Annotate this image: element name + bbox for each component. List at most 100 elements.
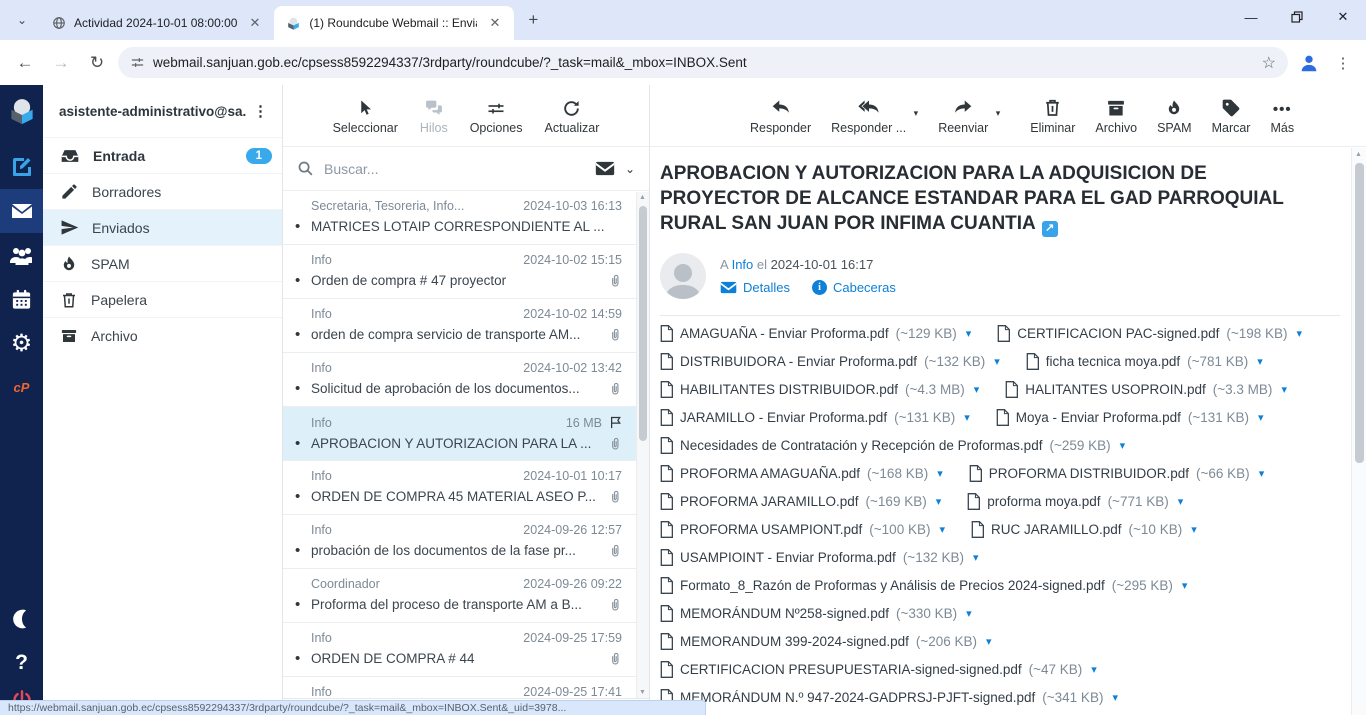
rail-item-cpanel[interactable]: cP: [0, 365, 43, 409]
chevron-down-icon[interactable]: ▾: [939, 523, 945, 536]
search-scope-mail-icon[interactable]: [595, 161, 615, 176]
attachment-item[interactable]: CERTIFICACION PRESUPUESTARIA-signed-sign…: [660, 661, 1097, 678]
account-menu-button[interactable]: ⋮: [247, 98, 274, 124]
chevron-down-icon[interactable]: ▾: [1120, 439, 1126, 452]
chevron-down-icon[interactable]: ▾: [1259, 467, 1265, 480]
scrollbar-thumb[interactable]: [639, 206, 647, 441]
profile-avatar[interactable]: [1294, 48, 1324, 78]
chevron-down-icon[interactable]: ▾: [1258, 411, 1264, 424]
attachment-item[interactable]: HALITANTES USOPROIN.pdf (~3.3 MB) ▾: [1005, 381, 1287, 398]
more-button[interactable]: ••• Más: [1270, 96, 1294, 135]
chevron-down-icon[interactable]: ▾: [1091, 663, 1097, 676]
external-link-icon[interactable]: ↗: [1042, 221, 1058, 237]
close-icon[interactable]: ✕: [485, 14, 504, 32]
attachment-item[interactable]: DISTRIBUIDORA - Enviar Proforma.pdf (~13…: [660, 353, 1000, 370]
attachment-item[interactable]: Formato_8_Razón de Proformas y Análisis …: [660, 577, 1187, 594]
chevron-down-icon[interactable]: ▾: [1257, 355, 1263, 368]
sidebar-item-entrada[interactable]: Entrada 1: [43, 137, 282, 173]
message-row[interactable]: Info 2024-09-25 17:41: [283, 677, 636, 698]
attachment-item[interactable]: MEMORANDUM 399-2024-signed.pdf (~206 KB)…: [660, 633, 992, 650]
bookmark-star-icon[interactable]: ☆: [1262, 53, 1276, 73]
rail-item-mail[interactable]: [0, 189, 43, 233]
reload-button[interactable]: ↻: [82, 48, 112, 78]
sidebar-item-archivo[interactable]: Archivo: [43, 317, 282, 353]
chevron-down-icon[interactable]: ▾: [986, 635, 992, 648]
message-row[interactable]: Secretaria, Tesoreria, Info... 2024-10-0…: [283, 191, 636, 245]
chevron-down-icon[interactable]: ▾: [966, 607, 972, 620]
chevron-down-icon[interactable]: ▾: [996, 108, 1001, 119]
chevron-down-icon[interactable]: ▾: [1178, 495, 1184, 508]
roundcube-logo[interactable]: [0, 91, 43, 131]
chevron-down-icon[interactable]: ▾: [1191, 523, 1197, 536]
details-toggle[interactable]: Detalles: [720, 280, 790, 295]
search-input[interactable]: [324, 161, 585, 177]
chevron-down-icon[interactable]: ▾: [914, 108, 919, 119]
forward-button[interactable]: →: [46, 48, 76, 78]
attachment-item[interactable]: PROFORMA USAMPIONT.pdf (~100 KB) ▾: [660, 521, 945, 538]
tab-roundcube[interactable]: (1) Roundcube Webmail :: Envia ✕: [274, 6, 514, 40]
back-button[interactable]: ←: [10, 48, 40, 78]
chevron-down-icon[interactable]: ▾: [974, 383, 980, 396]
scroll-up-icon[interactable]: ▲: [1355, 151, 1362, 158]
message-row[interactable]: Info 16 MB • APROBACION Y AUTORIZACION P…: [283, 407, 636, 461]
attachment-item[interactable]: PROFORMA DISTRIBUIDOR.pdf (~66 KB) ▾: [969, 465, 1264, 482]
message-row[interactable]: Info 2024-10-02 15:15 • Orden de compra …: [283, 245, 636, 299]
chevron-down-icon[interactable]: ▾: [1297, 327, 1303, 340]
attachment-item[interactable]: HABILITANTES DISTRIBUIDOR.pdf (~4.3 MB) …: [660, 381, 979, 398]
url-text[interactable]: webmail.sanjuan.gob.ec/cpsess8592294337/…: [153, 55, 1254, 70]
attachment-item[interactable]: Necesidades de Contratación y Recepción …: [660, 437, 1125, 454]
message-row[interactable]: Coordinador 2024-09-26 09:22 • Proforma …: [283, 569, 636, 623]
close-window-button[interactable]: ✕: [1320, 0, 1366, 34]
attachment-item[interactable]: RUC JARAMILLO.pdf (~10 KB) ▾: [971, 521, 1197, 538]
spam-button[interactable]: SPAM: [1157, 96, 1192, 135]
chevron-down-icon[interactable]: ▾: [1281, 383, 1287, 396]
attachment-item[interactable]: JARAMILLO - Enviar Proforma.pdf (~131 KB…: [660, 409, 970, 426]
attachment-item[interactable]: Moya - Enviar Proforma.pdf (~131 KB) ▾: [996, 409, 1264, 426]
chevron-down-icon[interactable]: ⌄: [625, 162, 635, 176]
chevron-down-icon[interactable]: ▾: [937, 467, 943, 480]
scroll-up-icon[interactable]: ▲: [639, 194, 646, 201]
message-row[interactable]: Info 2024-10-01 10:17 • ORDEN DE COMPRA …: [283, 461, 636, 515]
attachment-item[interactable]: PROFORMA JARAMILLO.pdf (~169 KB) ▾: [660, 493, 941, 510]
chevron-down-icon[interactable]: ▾: [1112, 691, 1118, 704]
site-settings-icon[interactable]: [130, 55, 145, 70]
select-button[interactable]: Seleccionar: [333, 96, 398, 135]
dark-mode-toggle[interactable]: [0, 597, 43, 641]
attachment-item[interactable]: PROFORMA AMAGUAÑA.pdf (~168 KB) ▾: [660, 465, 943, 482]
browser-menu-button[interactable]: ⋮: [1330, 48, 1356, 78]
archive-button[interactable]: Archivo: [1095, 96, 1137, 135]
attachment-item[interactable]: proforma moya.pdf (~771 KB) ▾: [967, 493, 1183, 510]
sidebar-item-papelera[interactable]: Papelera: [43, 281, 282, 317]
content-scrollbar[interactable]: ▲: [1351, 148, 1366, 715]
headers-toggle[interactable]: i Cabeceras: [812, 280, 896, 295]
refresh-button[interactable]: Actualizar: [545, 96, 600, 135]
message-row[interactable]: Info 2024-09-26 12:57 • probación de los…: [283, 515, 636, 569]
chevron-down-icon[interactable]: ▾: [936, 495, 942, 508]
sidebar-item-enviados[interactable]: Enviados: [43, 209, 282, 245]
list-scrollbar[interactable]: ▲ ▼: [636, 192, 649, 698]
new-tab-button[interactable]: +: [520, 7, 546, 33]
message-row[interactable]: Info 2024-10-02 14:59 • orden de compra …: [283, 299, 636, 353]
attachment-item[interactable]: USAMPIOINT - Enviar Proforma.pdf (~132 K…: [660, 549, 979, 566]
close-icon[interactable]: ✕: [245, 14, 264, 32]
rail-item-calendar[interactable]: [0, 277, 43, 321]
reply-all-button[interactable]: Responder ... ▾: [831, 96, 906, 135]
chevron-down-icon[interactable]: ▾: [1182, 579, 1188, 592]
help-button[interactable]: ?: [0, 641, 43, 685]
threads-button[interactable]: Hilos: [420, 96, 448, 135]
chevron-down-icon[interactable]: ▾: [973, 551, 979, 564]
chevron-down-icon[interactable]: ▾: [964, 411, 970, 424]
rail-item-contacts[interactable]: [0, 233, 43, 277]
reply-button[interactable]: Responder: [750, 96, 811, 135]
forward-button[interactable]: Reenviar ▾: [938, 96, 988, 135]
delete-button[interactable]: Eliminar: [1030, 96, 1075, 135]
restore-button[interactable]: [1274, 0, 1320, 34]
compose-button[interactable]: [0, 145, 43, 189]
mark-button[interactable]: Marcar: [1212, 96, 1251, 135]
minimize-button[interactable]: —: [1228, 0, 1274, 34]
tab-actividad[interactable]: Actividad 2024-10-01 08:00:00 ✕: [40, 6, 274, 40]
attachment-item[interactable]: MEMORÁNDUM N.º 947-2024-GADPRSJ-PJFT-sig…: [660, 689, 1118, 706]
message-row[interactable]: Info 2024-09-25 17:59 • ORDEN DE COMPRA …: [283, 623, 636, 677]
attachment-item[interactable]: MEMORÁNDUM Nº258-signed.pdf (~330 KB) ▾: [660, 605, 972, 622]
options-button[interactable]: Opciones: [470, 96, 523, 135]
